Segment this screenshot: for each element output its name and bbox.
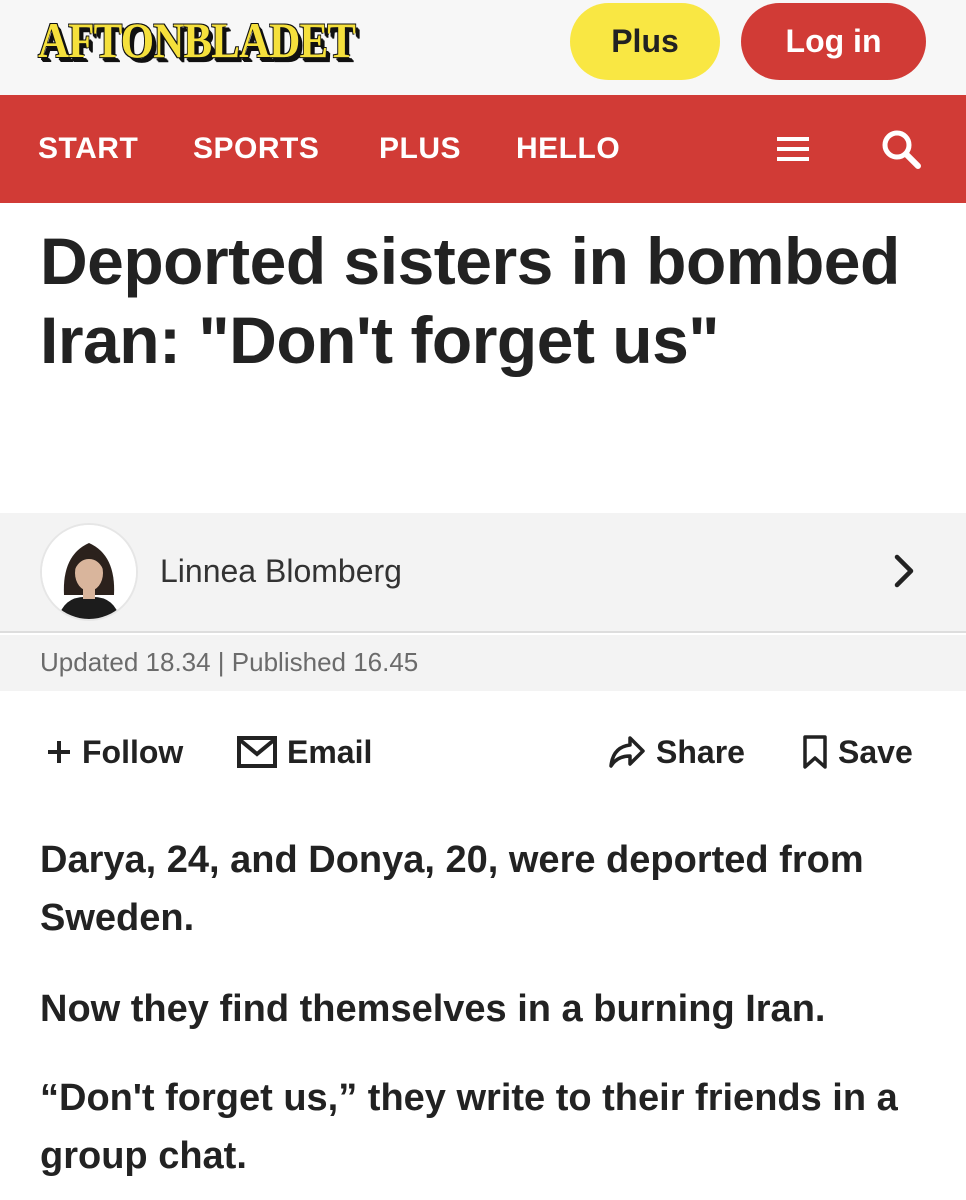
follow-button[interactable]: Follow	[46, 725, 183, 779]
login-button[interactable]: Log in	[741, 3, 926, 80]
search-icon[interactable]	[880, 95, 922, 203]
author-avatar	[40, 523, 138, 621]
site-logo[interactable]: AFTONBLADET	[38, 10, 356, 70]
article-paragraph: Darya, 24, and Donya, 20, were deported …	[40, 839, 864, 939]
mail-icon	[237, 736, 277, 768]
nav-item-sports[interactable]: SPORTS	[193, 95, 319, 203]
plus-icon	[48, 741, 70, 763]
bookmark-icon	[803, 735, 827, 769]
chevron-right-icon[interactable]	[893, 553, 915, 594]
article-paragraph: Now they find themselves in a burning Ir…	[40, 988, 826, 1030]
publish-meta: Updated 18.34 | Published 16.45	[40, 647, 419, 677]
email-button[interactable]: Email	[237, 725, 372, 779]
share-icon	[609, 736, 645, 768]
hamburger-menu-icon[interactable]	[777, 95, 809, 203]
main-nav: START SPORTS PLUS HELLO	[0, 95, 966, 203]
plus-button[interactable]: Plus	[570, 3, 720, 80]
save-button[interactable]: Save	[802, 725, 913, 779]
save-label: Save	[838, 733, 913, 770]
nav-item-hello[interactable]: HELLO	[516, 95, 620, 203]
publish-meta-bar: Updated 18.34 | Published 16.45	[0, 635, 966, 691]
author-name[interactable]: Linnea Blomberg	[160, 553, 402, 590]
article-paragraph: “Don't forget us,” they write to their f…	[40, 1077, 898, 1177]
nav-item-start[interactable]: START	[38, 95, 138, 203]
author-row[interactable]: Linnea Blomberg	[0, 513, 966, 633]
share-label: Share	[656, 733, 745, 770]
article-headline: Deported sisters in bombed Iran: "Don't …	[40, 224, 900, 377]
top-bar: AFTONBLADET Plus Log in	[0, 0, 966, 95]
follow-label: Follow	[82, 733, 184, 770]
nav-item-plus[interactable]: PLUS	[379, 95, 461, 203]
email-label: Email	[287, 733, 373, 770]
share-button[interactable]: Share	[608, 725, 745, 779]
